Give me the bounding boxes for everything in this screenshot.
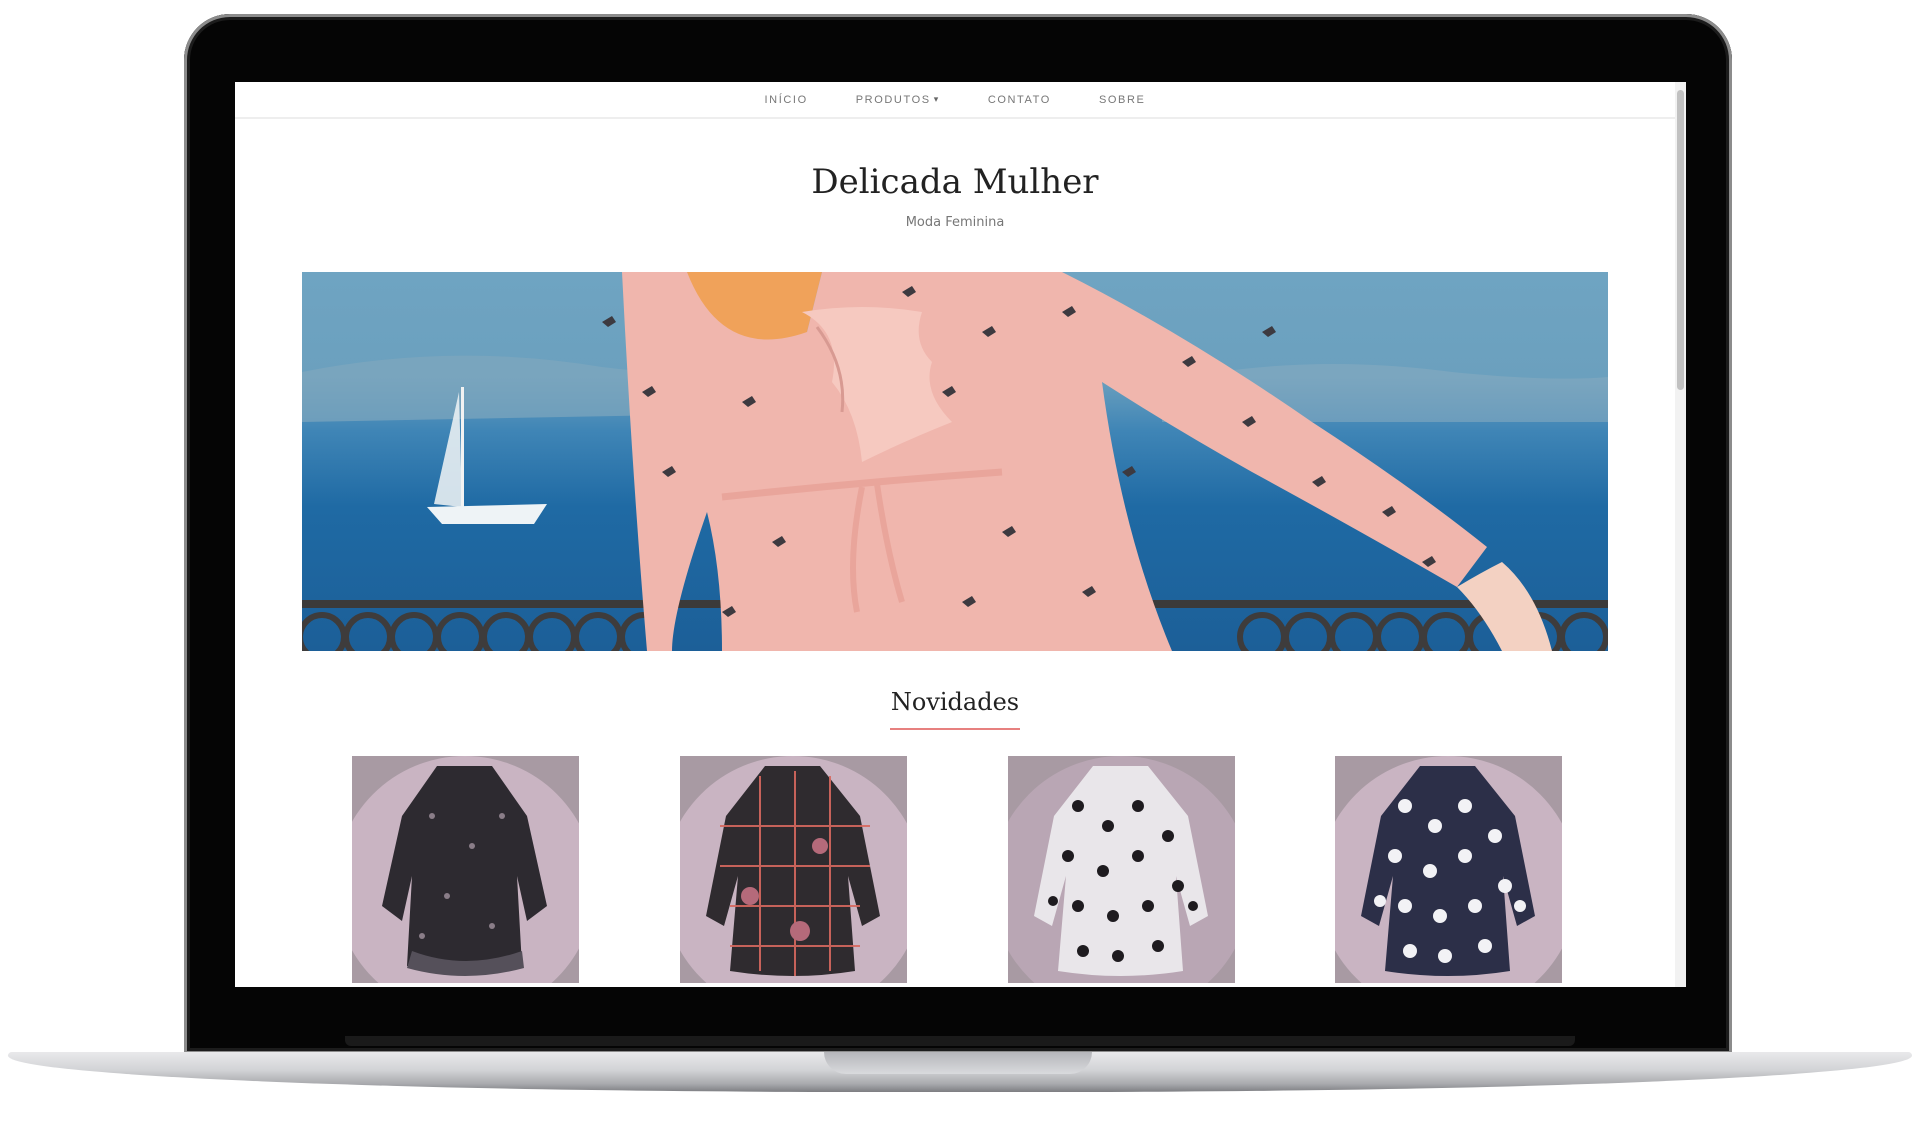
section-title-underline [890,728,1020,730]
nav-item-contato[interactable]: CONTATO [964,94,1075,106]
product-card[interactable] [1335,756,1562,983]
page-scrollbar[interactable] [1675,82,1686,987]
chevron-down-icon: ▾ [933,94,940,104]
product-card[interactable] [1008,756,1235,983]
hero-banner-image [302,272,1608,651]
nav-item-sobre[interactable]: SOBRE [1075,94,1170,106]
product-image [680,756,907,983]
site-title[interactable]: Delicada Mulher [235,162,1675,202]
product-card[interactable] [680,756,907,983]
nav-item-produtos[interactable]: PRODUTOS ▾ [832,94,964,106]
browser-viewport: INÍCIO PRODUTOS ▾ CONTATO SOBRE Delicada … [235,82,1686,987]
site-tagline: Moda Feminina [905,215,1005,230]
nav-item-inicio[interactable]: INÍCIO [741,94,832,106]
section-title-novidades: Novidades [890,688,1020,716]
hero-illustration [302,272,1608,651]
product-image [352,756,579,983]
laptop-hinge [345,1036,1575,1046]
laptop-notch [824,1052,1092,1074]
scrollbar-thumb[interactable] [1677,90,1684,390]
product-image [1335,756,1562,983]
main-nav: INÍCIO PRODUTOS ▾ CONTATO SOBRE [235,82,1675,119]
product-card[interactable] [352,756,579,983]
product-image [1008,756,1235,983]
